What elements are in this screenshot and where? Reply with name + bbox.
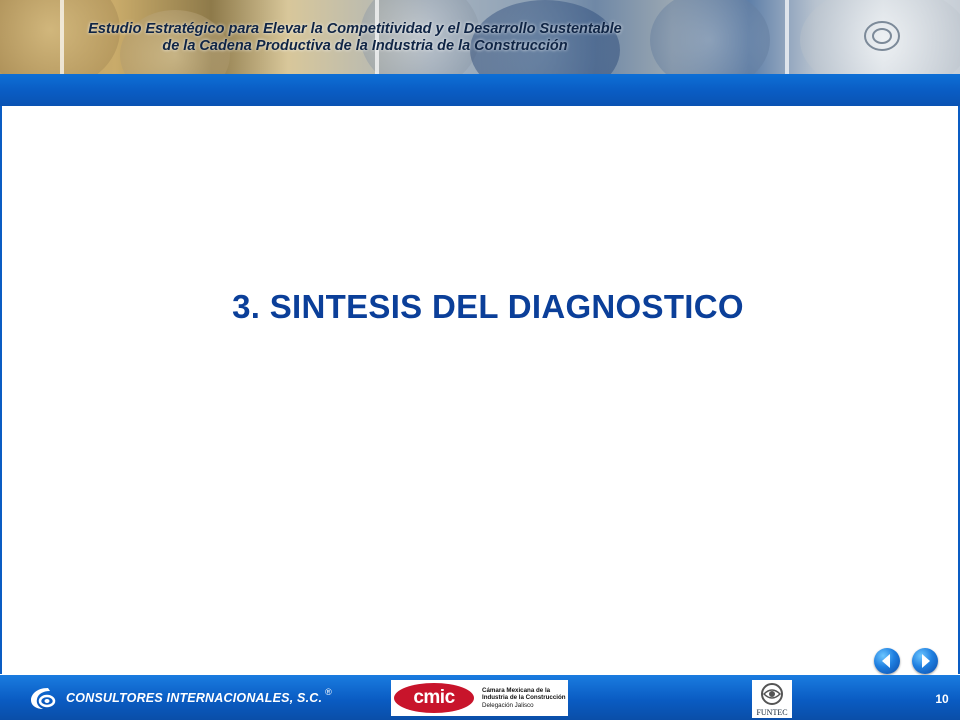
next-slide-button[interactable] xyxy=(912,648,938,674)
funtec-logo: FUNTEC xyxy=(752,680,792,718)
arrow-left-icon xyxy=(882,654,890,668)
header-title-line2: de la Cadena Productiva de la Industria … xyxy=(162,38,568,54)
cmic-line2: Industria de la Construcción xyxy=(482,694,566,702)
header-divider xyxy=(785,0,789,74)
funtec-label: FUNTEC xyxy=(756,708,788,717)
header-emblem-icon xyxy=(864,21,900,51)
cmic-logo: cmic Cámara Mexicana de la Industria de … xyxy=(391,680,568,716)
header-banner: Estudio Estratégico para Elevar la Compe… xyxy=(0,0,960,74)
content-border-left xyxy=(0,106,2,674)
funtec-emblem-icon xyxy=(761,683,783,705)
header-title-line1: Estudio Estratégico para Elevar la Compe… xyxy=(88,21,622,37)
arrow-right-icon xyxy=(922,654,930,668)
cmic-line1: Cámara Mexicana de la xyxy=(482,686,551,694)
footer-bar: CONSULTORES INTERNACIONALES, S.C. ® cmic… xyxy=(0,675,960,720)
header-title: Estudio Estratégico para Elevar la Compe… xyxy=(0,21,710,55)
consultores-logo: CONSULTORES INTERNACIONALES, S.C. ® xyxy=(28,685,332,711)
page-number: 10 xyxy=(935,692,949,706)
consultores-mark-icon xyxy=(31,688,56,709)
registered-mark: ® xyxy=(325,687,332,697)
cmic-logo-mark: cmic xyxy=(394,683,474,713)
header-blue-band xyxy=(0,74,960,106)
cmic-line3: Delegación Jalisco xyxy=(482,701,534,709)
cmic-text: Cámara Mexicana de la Industria de la Co… xyxy=(482,687,566,710)
section-title: 3. SINTESIS DEL DIAGNOSTICO xyxy=(232,288,744,325)
previous-slide-button[interactable] xyxy=(874,648,900,674)
consultores-name: CONSULTORES INTERNACIONALES, S.C. xyxy=(66,691,323,705)
